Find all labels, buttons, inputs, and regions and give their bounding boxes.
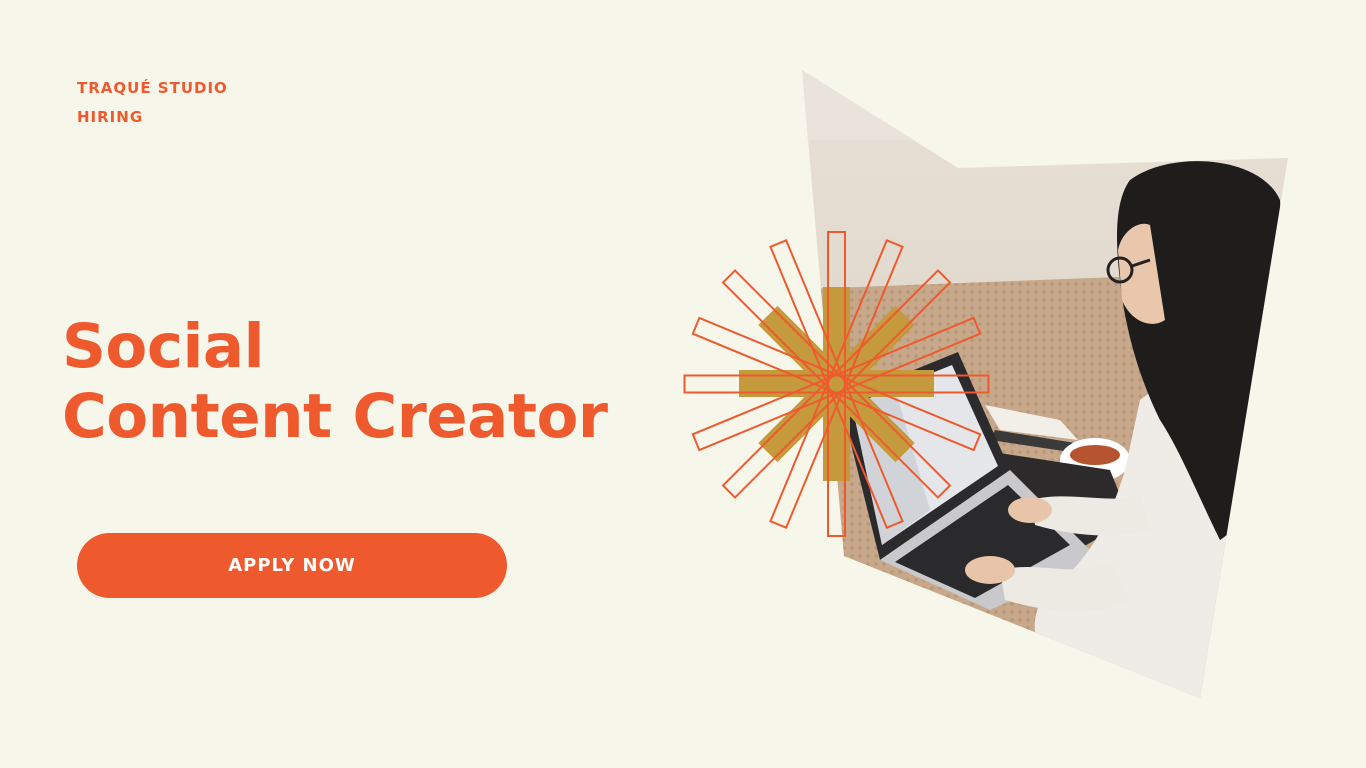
starburst-icon xyxy=(683,231,990,537)
starburst-decoration xyxy=(683,231,990,537)
